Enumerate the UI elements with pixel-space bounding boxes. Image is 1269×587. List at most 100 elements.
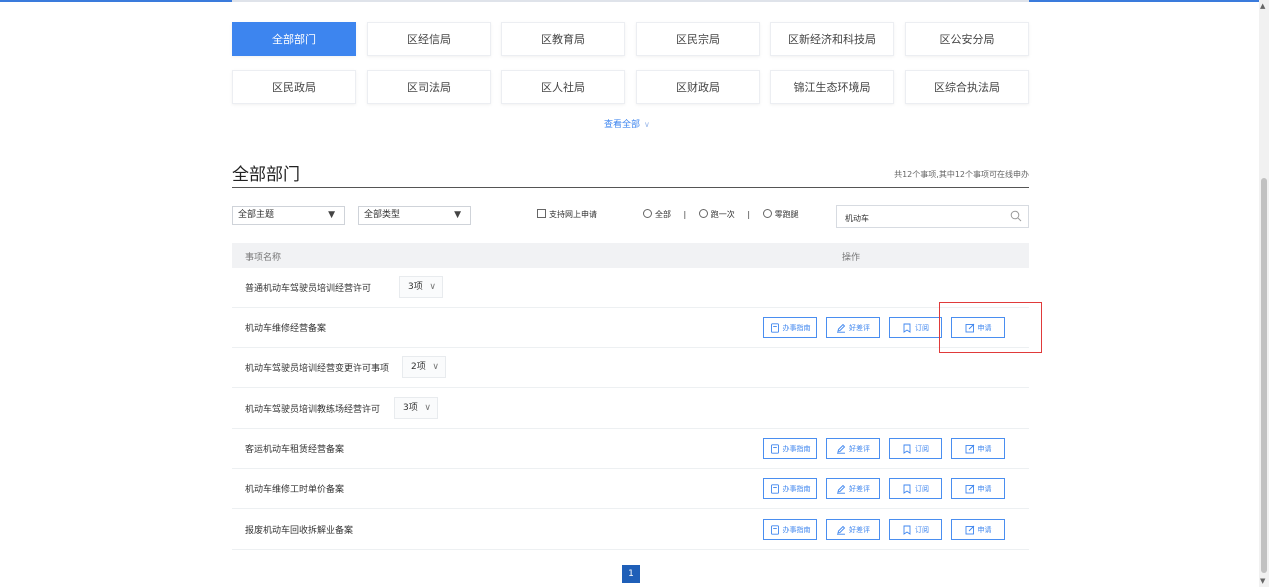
document-icon bbox=[770, 322, 779, 333]
subscribe-button[interactable]: 订阅 bbox=[889, 438, 942, 459]
guide-button[interactable]: 办事指南 bbox=[763, 519, 817, 540]
subscribe-button[interactable]: 订阅 bbox=[889, 519, 942, 540]
table-row: 机动车驾驶员培训经营变更许可事项 2项 ∨ bbox=[232, 348, 1029, 388]
vertical-scrollbar[interactable]: ▲ ▼ bbox=[1259, 0, 1269, 587]
guide-button[interactable]: 办事指南 bbox=[763, 438, 817, 459]
radio-zero[interactable]: 零跑腿 bbox=[762, 209, 799, 220]
sub-items-toggle[interactable]: 3项 ∨ bbox=[394, 397, 438, 419]
radio-zero-label: 零跑腿 bbox=[774, 210, 799, 219]
scrollbar-thumb[interactable] bbox=[1261, 178, 1267, 573]
dept-item[interactable]: 区新经济和科技局 bbox=[770, 22, 894, 56]
edit-icon bbox=[965, 484, 974, 493]
divider: | bbox=[747, 210, 751, 219]
top-border bbox=[0, 0, 1269, 2]
sub-items-toggle[interactable]: 3项 ∨ bbox=[399, 276, 443, 298]
theme-select[interactable]: 全部主题 ▼ bbox=[232, 206, 345, 225]
item-name[interactable]: 机动车维修工时单价备案 bbox=[245, 482, 344, 495]
table-row: 机动车维修经营备案 办事指南 好差评 订阅 申请 bbox=[232, 308, 1029, 348]
dept-item[interactable]: 区司法局 bbox=[367, 70, 491, 104]
highlight-box bbox=[939, 302, 1042, 353]
pencil-icon bbox=[837, 323, 846, 333]
table-header: 事项名称 操作 bbox=[232, 243, 1029, 268]
item-name[interactable]: 机动车维修经营备案 bbox=[245, 321, 326, 334]
apply-button[interactable]: 申请 bbox=[951, 438, 1005, 459]
apply-label: 申请 bbox=[977, 484, 992, 493]
sub-items-count: 2项 bbox=[411, 362, 426, 372]
caret-down-icon: ▼ bbox=[328, 210, 335, 220]
pencil-icon bbox=[837, 444, 846, 454]
dept-item[interactable]: 区人社局 bbox=[501, 70, 625, 104]
dept-item[interactable]: 区财政局 bbox=[636, 70, 760, 104]
dept-item[interactable]: 区经信局 bbox=[367, 22, 491, 56]
review-label: 好差评 bbox=[849, 484, 870, 493]
apply-button[interactable]: 申请 bbox=[951, 519, 1005, 540]
subscribe-button[interactable]: 订阅 bbox=[889, 317, 942, 338]
theme-select-value: 全部主题 bbox=[238, 210, 275, 220]
guide-button[interactable]: 办事指南 bbox=[763, 317, 817, 338]
chevron-down-icon: ∨ bbox=[644, 120, 650, 129]
col-name-header: 事项名称 bbox=[245, 253, 282, 263]
scroll-up-icon[interactable]: ▲ bbox=[1260, 2, 1265, 10]
page-number-current[interactable]: 1 bbox=[622, 565, 640, 583]
table-row: 客运机动车租赁经营备案 办事指南 好差评 订阅 申请 bbox=[232, 429, 1029, 469]
guide-label: 办事指南 bbox=[782, 444, 811, 453]
sub-items-count: 3项 bbox=[408, 282, 423, 292]
guide-label: 办事指南 bbox=[782, 484, 811, 493]
view-all-link[interactable]: 查看全部 ∨ bbox=[604, 117, 650, 130]
item-name[interactable]: 普通机动车驾驶员培训经营许可 bbox=[245, 281, 371, 294]
apply-button[interactable]: 申请 bbox=[951, 478, 1005, 499]
divider: | bbox=[683, 210, 687, 219]
review-button[interactable]: 好差评 bbox=[826, 519, 880, 540]
dept-all[interactable]: 全部部门 bbox=[232, 22, 356, 56]
item-name[interactable]: 报废机动车回收拆解业备案 bbox=[245, 523, 353, 536]
caret-down-icon: ▼ bbox=[454, 210, 461, 220]
radio-all[interactable]: 全部 bbox=[643, 209, 671, 220]
search-box bbox=[836, 205, 1029, 229]
review-button[interactable]: 好差评 bbox=[826, 438, 880, 459]
dept-item[interactable]: 区民宗局 bbox=[636, 22, 760, 56]
radio-once-label: 跑一次 bbox=[710, 210, 735, 219]
guide-button[interactable]: 办事指南 bbox=[763, 478, 817, 499]
item-count-text: 共12个事项,其中12个事项可在线申办 bbox=[894, 170, 1029, 179]
dept-item[interactable]: 区公安分局 bbox=[905, 22, 1029, 56]
pencil-icon bbox=[837, 525, 846, 535]
scroll-down-icon[interactable]: ▼ bbox=[1260, 577, 1265, 585]
top-accent-right bbox=[1029, 0, 1269, 2]
edit-icon bbox=[965, 444, 974, 453]
subscribe-label: 订阅 bbox=[915, 323, 929, 332]
document-icon bbox=[770, 483, 779, 494]
subscribe-button[interactable]: 订阅 bbox=[889, 478, 942, 499]
bookmark-icon bbox=[903, 323, 911, 333]
view-all-label: 查看全部 bbox=[604, 120, 641, 130]
radio-once[interactable]: 跑一次 bbox=[698, 209, 735, 220]
table-row: 普通机动车驾驶员培训经营许可 3项 ∨ bbox=[232, 268, 1029, 308]
review-button[interactable]: 好差评 bbox=[826, 478, 880, 499]
item-name[interactable]: 机动车驾驶员培训经营变更许可事项 bbox=[245, 361, 389, 374]
search-input[interactable] bbox=[843, 208, 997, 229]
review-label: 好差评 bbox=[849, 525, 870, 534]
dept-item[interactable]: 区综合执法局 bbox=[905, 70, 1029, 104]
dept-item[interactable]: 区民政局 bbox=[232, 70, 356, 104]
item-name[interactable]: 客运机动车租赁经营备案 bbox=[245, 442, 344, 455]
sub-items-toggle[interactable]: 2项 ∨ bbox=[402, 356, 446, 378]
document-icon bbox=[770, 524, 779, 535]
section-title: 全部部门 bbox=[232, 165, 300, 185]
bookmark-icon bbox=[903, 525, 911, 535]
type-select[interactable]: 全部类型 ▼ bbox=[358, 206, 471, 225]
pencil-icon bbox=[837, 484, 846, 494]
bookmark-icon bbox=[903, 484, 911, 494]
search-icon[interactable] bbox=[1010, 210, 1022, 222]
review-button[interactable]: 好差评 bbox=[826, 317, 880, 338]
dept-item[interactable]: 锦江生态环境局 bbox=[770, 70, 894, 104]
table-row: 机动车驾驶员培训教练场经营许可 3项 ∨ bbox=[232, 389, 1029, 429]
table-row: 报废机动车回收拆解业备案 办事指南 好差评 订阅 申请 bbox=[232, 510, 1029, 550]
section-divider bbox=[232, 187, 1029, 188]
subscribe-label: 订阅 bbox=[915, 484, 929, 493]
item-name[interactable]: 机动车驾驶员培训教练场经营许可 bbox=[245, 402, 380, 415]
dept-item[interactable]: 区教育局 bbox=[501, 22, 625, 56]
review-label: 好差评 bbox=[849, 444, 870, 453]
radio-all-label: 全部 bbox=[655, 210, 671, 219]
apply-label: 申请 bbox=[977, 444, 992, 453]
online-apply-checkbox[interactable]: 支持网上申请 bbox=[537, 209, 597, 220]
chevron-down-icon: ∨ bbox=[429, 282, 436, 292]
